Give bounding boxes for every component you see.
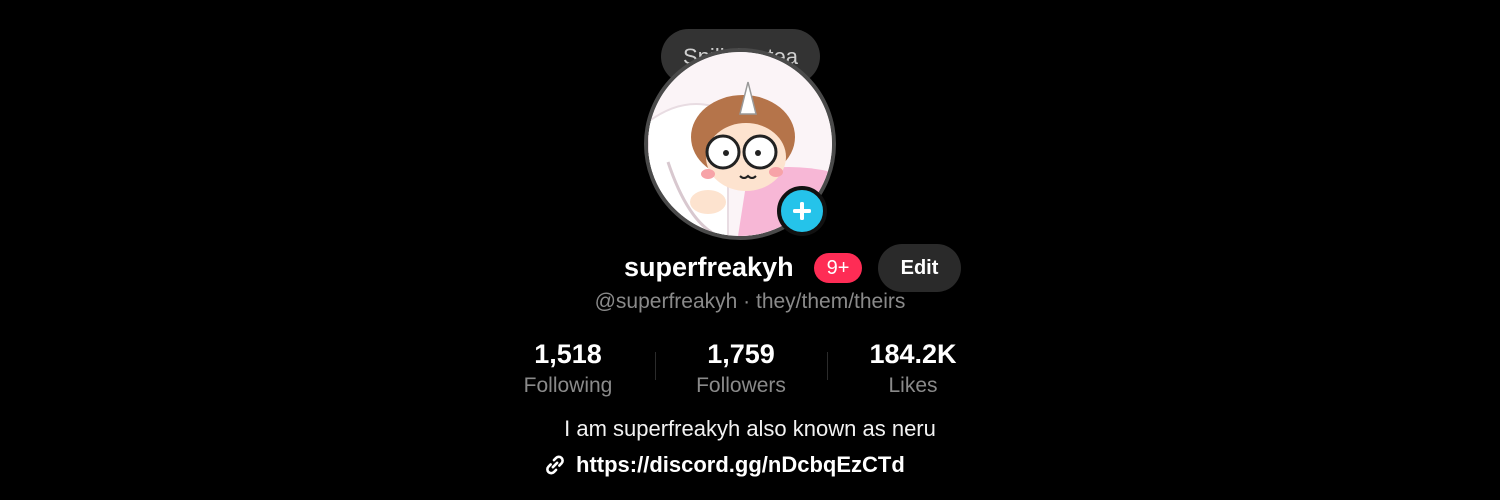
stat-following[interactable]: 1,518 Following	[483, 336, 653, 400]
username: superfreakyh	[624, 252, 794, 282]
add-story-button[interactable]	[777, 186, 827, 236]
edit-profile-button[interactable]: Edit	[878, 244, 961, 292]
plus-icon	[793, 202, 811, 220]
stat-label: Followers	[696, 374, 786, 397]
stat-followers[interactable]: 1,759 Followers	[656, 336, 826, 400]
stat-value: 184.2K	[869, 339, 957, 369]
stat-label: Following	[523, 374, 613, 397]
profile-link[interactable]: https://discord.gg/nDcbqEzCTd	[542, 450, 905, 480]
notification-badge[interactable]: 9+	[814, 253, 862, 283]
stat-value: 1,759	[707, 339, 775, 369]
stat-likes[interactable]: 184.2K Likes	[828, 336, 998, 400]
edit-button-label: Edit	[900, 256, 939, 279]
link-icon	[546, 455, 564, 475]
bio-text: I am superfreakyh also known as neru	[564, 416, 936, 441]
name-row: superfreakyh 9+ Edit	[0, 244, 1500, 292]
stat-value: 1,518	[534, 339, 602, 369]
link-text[interactable]: https://discord.gg/nDcbqEzCTd	[576, 452, 905, 478]
handle-pronouns: @superfreakyh · they/them/theirs	[594, 290, 906, 313]
stat-label: Likes	[888, 374, 938, 397]
